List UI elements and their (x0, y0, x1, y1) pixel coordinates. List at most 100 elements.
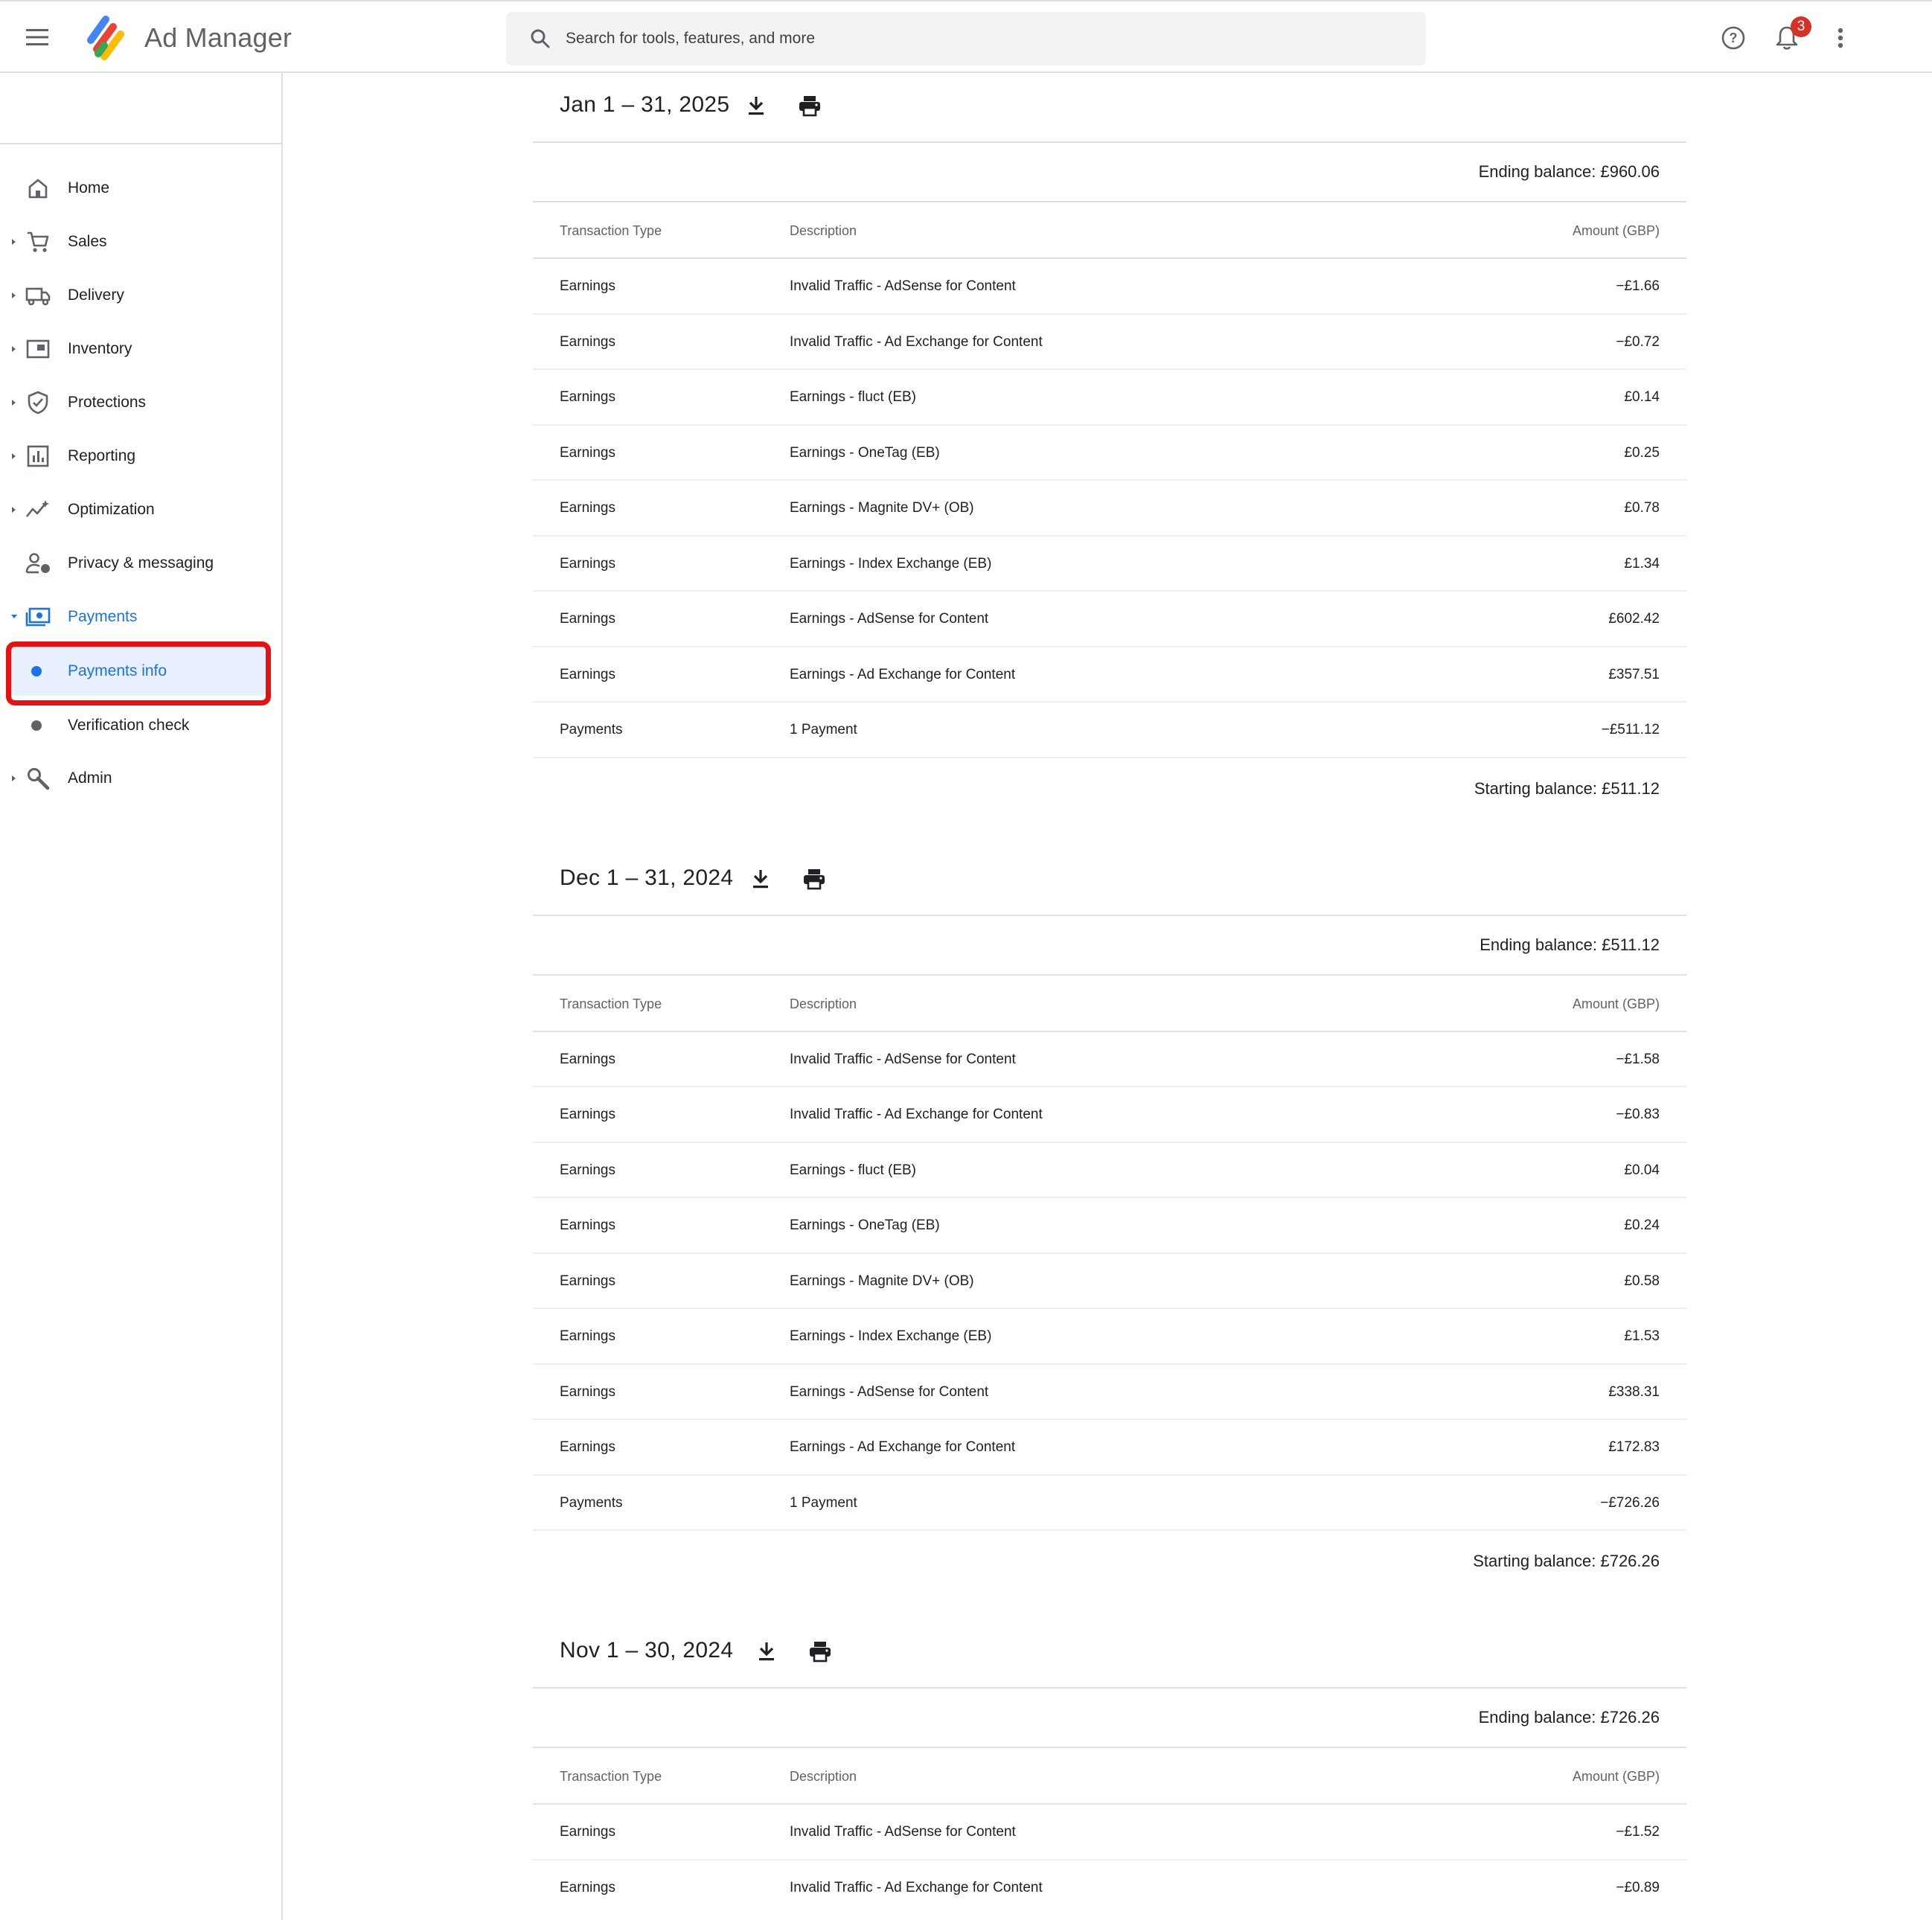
cart-icon (24, 228, 52, 256)
cell-type: Earnings (560, 555, 615, 572)
more-vert-icon[interactable] (1823, 21, 1858, 55)
expand-arrow-icon[interactable] (10, 452, 18, 460)
sidebar-item-optimization[interactable]: Optimization (0, 487, 281, 533)
table-row: Earnings Invalid Traffic - AdSense for Co… (533, 259, 1686, 315)
cell-type: Earnings (560, 1217, 615, 1233)
cell-description: Invalid Traffic - AdSense for Content (790, 278, 1016, 294)
table-row: Earnings Invalid Traffic - Ad Exchange fo… (533, 315, 1686, 370)
download-icon[interactable] (750, 1635, 783, 1668)
search-icon (525, 24, 555, 54)
svg-text:?: ? (1730, 31, 1738, 45)
cell-type: Earnings (560, 333, 615, 350)
column-header-type[interactable]: Transaction Type (560, 996, 662, 1012)
cell-type: Earnings (560, 1273, 615, 1289)
expand-arrow-icon[interactable] (10, 399, 18, 406)
column-header-description[interactable]: Description (790, 1769, 857, 1785)
sidebar-item-label: Reporting (68, 447, 136, 464)
cell-amount: £0.04 (1624, 1162, 1660, 1178)
table-header: Transaction Type Description Amount (GBP… (533, 202, 1686, 259)
sidebar-subitem-verification-check[interactable]: Verification check (10, 701, 266, 750)
collapse-arrow-icon[interactable] (10, 613, 18, 621)
sidebar-item-sales[interactable]: Sales (0, 219, 281, 265)
cell-amount: −£0.89 (1616, 1879, 1660, 1895)
sidebar-subitem-payments-info[interactable]: Payments info (10, 647, 266, 696)
cell-description: Earnings - Ad Exchange for Content (790, 1439, 1016, 1455)
sidebar-item-home[interactable]: Home (0, 165, 281, 211)
column-header-amount[interactable]: Amount (GBP) (1573, 223, 1660, 239)
ending-balance: Ending balance: £726.26 (1478, 1708, 1660, 1727)
sidebar-item-payments[interactable]: Payments (0, 594, 281, 640)
cell-description: Earnings - OneTag (EB) (790, 444, 940, 461)
cell-type: Earnings (560, 1162, 615, 1178)
cell-description: Earnings - fluct (EB) (790, 389, 916, 405)
ending-balance-row: Ending balance: £960.06 (533, 143, 1686, 202)
ad-manager-logo[interactable] (80, 15, 127, 61)
cell-description: Invalid Traffic - AdSense for Content (790, 1051, 1016, 1067)
table-row: Earnings Earnings - Index Exchange (EB) £1… (533, 1309, 1686, 1365)
statement-period: Jan 1 – 31, 2025 (560, 92, 730, 117)
table-row: Earnings Earnings - fluct (EB) £0.14 (533, 370, 1686, 426)
cell-type: Earnings (560, 666, 615, 682)
cell-amount: £0.78 (1624, 500, 1660, 516)
sidebar-item-privacy-messaging[interactable]: Privacy & messaging (0, 540, 281, 586)
cell-description: Earnings - Magnite DV+ (OB) (790, 1273, 974, 1289)
sidebar-item-protections[interactable]: Protections (0, 380, 281, 426)
sidebar-item-label: Protections (68, 394, 147, 411)
sidebar-item-label: Payments (68, 608, 138, 625)
print-icon[interactable] (804, 1635, 837, 1668)
expand-arrow-icon[interactable] (10, 506, 18, 513)
app-name: Ad Manager (144, 22, 292, 53)
download-icon[interactable] (744, 863, 777, 895)
sidebar-item-admin[interactable]: Admin (0, 755, 281, 801)
sidebar-subitem-label: Payments info (68, 662, 167, 679)
cell-amount: £0.58 (1624, 1273, 1660, 1289)
cell-description: Earnings - OneTag (EB) (790, 1217, 940, 1233)
cell-type: Earnings (560, 278, 615, 294)
cell-amount: £357.51 (1608, 666, 1660, 682)
sidebar-item-reporting[interactable]: Reporting (0, 433, 281, 479)
starting-balance-row: Starting balance: £511.12 (533, 758, 1686, 819)
column-header-type[interactable]: Transaction Type (560, 223, 662, 239)
column-header-amount[interactable]: Amount (GBP) (1573, 996, 1660, 1012)
sidebar-item-label: Sales (68, 233, 107, 250)
bullet-dot-icon (31, 720, 42, 731)
hamburger-menu-icon[interactable] (19, 19, 55, 55)
table-row: Earnings Earnings - Ad Exchange for Conte… (533, 1420, 1686, 1476)
cell-type: Earnings (560, 1328, 615, 1344)
sidebar-item-label: Optimization (68, 501, 155, 518)
column-header-description[interactable]: Description (790, 996, 857, 1012)
expand-arrow-icon[interactable] (10, 775, 18, 782)
cell-amount: −£0.83 (1616, 1107, 1660, 1122)
table-row: Earnings Earnings - OneTag (EB) £0.25 (533, 426, 1686, 481)
table-row: Earnings Earnings - OneTag (EB) £0.24 (533, 1198, 1686, 1254)
search-bar[interactable] (506, 12, 1426, 65)
person-lock-icon (24, 549, 52, 577)
expand-arrow-icon[interactable] (10, 238, 18, 246)
table-row: Earnings Invalid Traffic - Ad Exchange fo… (533, 1860, 1686, 1916)
table-row: Earnings Earnings - fluct (EB) £0.04 (533, 1143, 1686, 1198)
column-header-type[interactable]: Transaction Type (560, 1769, 662, 1785)
statements-list: Jan 1 – 31, 2025 Ending balance: £960.06… (533, 73, 1686, 1916)
statement-nov-2024: Nov 1 – 30, 2024 Ending balance: £726.26… (533, 1619, 1686, 1916)
starting-balance: Starting balance: £511.12 (1474, 778, 1660, 798)
download-icon[interactable] (740, 89, 773, 122)
sidebar-item-inventory[interactable]: Inventory (0, 326, 281, 372)
expand-arrow-icon[interactable] (10, 345, 18, 353)
column-header-amount[interactable]: Amount (GBP) (1573, 1769, 1660, 1785)
expand-arrow-icon[interactable] (10, 292, 18, 299)
cell-type: Earnings (560, 611, 615, 627)
help-icon[interactable]: ? (1716, 21, 1750, 55)
sidebar-item-delivery[interactable]: Delivery (0, 272, 281, 319)
search-input[interactable] (566, 30, 1384, 48)
cell-description: 1 Payment (790, 1494, 857, 1511)
cell-type: Earnings (560, 1824, 615, 1840)
print-icon[interactable] (798, 863, 831, 895)
column-header-description[interactable]: Description (790, 223, 857, 239)
print-icon[interactable] (793, 89, 826, 122)
table-row: Earnings Earnings - Magnite DV+ (OB) £0.58 (533, 1254, 1686, 1309)
sidebar-divider (0, 143, 281, 144)
sidebar: Home Sales Delivery Inventory Protection… (0, 73, 283, 1920)
ending-balance-row: Ending balance: £726.26 (533, 1689, 1686, 1748)
table-row: Earnings Earnings - Magnite DV+ (OB) £0.78 (533, 481, 1686, 537)
